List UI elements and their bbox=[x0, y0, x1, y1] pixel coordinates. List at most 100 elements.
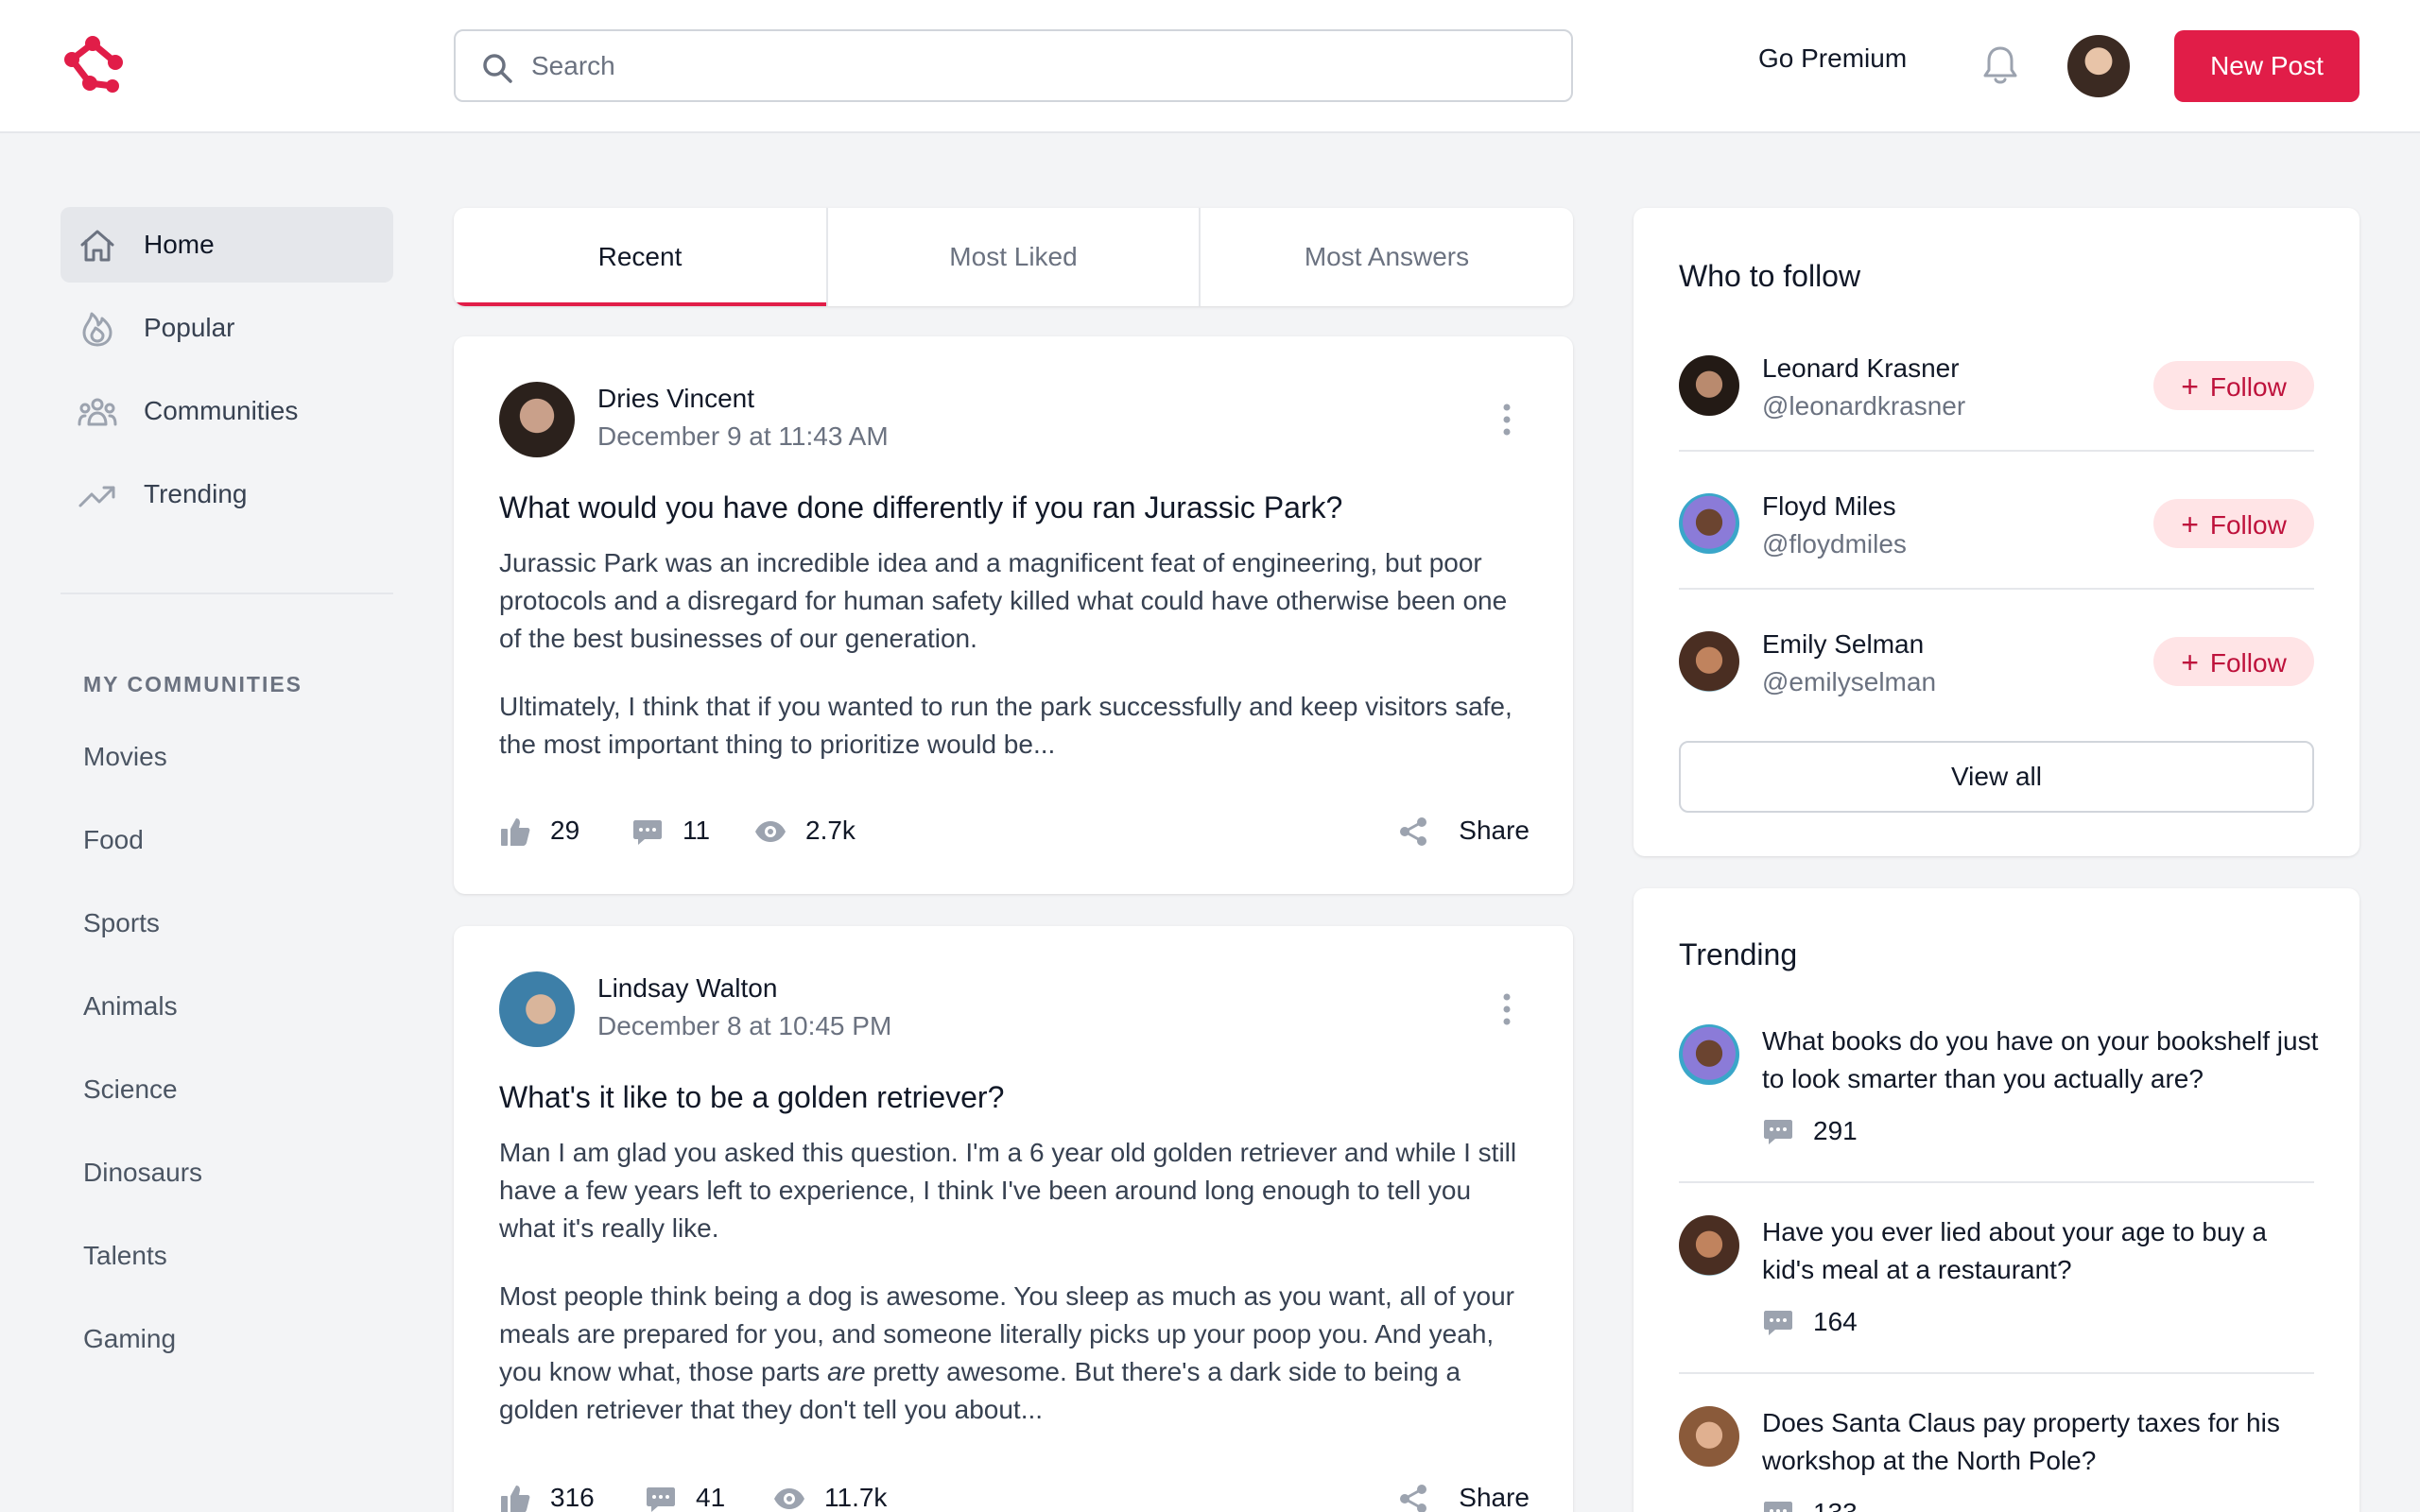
community-link[interactable]: Science bbox=[83, 1074, 178, 1105]
sidebar-item-communities[interactable]: Communities bbox=[60, 373, 393, 449]
comment-icon bbox=[647, 1487, 675, 1512]
tab-most-liked[interactable]: Most Liked bbox=[826, 208, 1199, 306]
avatar[interactable] bbox=[1679, 631, 1739, 692]
post-title[interactable]: What would you have done differently if … bbox=[499, 490, 1342, 525]
follow-name[interactable]: Floyd Miles bbox=[1762, 491, 1896, 522]
people-icon bbox=[78, 398, 117, 426]
community-link[interactable]: Movies bbox=[83, 742, 167, 772]
trending-question[interactable]: Does Santa Claus pay property taxes for … bbox=[1762, 1404, 2320, 1480]
avatar bbox=[1679, 1024, 1739, 1085]
community-link[interactable]: Sports bbox=[83, 908, 160, 938]
sidebar-item-home[interactable]: Home bbox=[60, 207, 393, 283]
post-paragraph: Man I am glad you asked this question. I… bbox=[499, 1138, 1517, 1243]
more-options-icon[interactable] bbox=[1497, 990, 1516, 1028]
post-date: December 9 at 11:43 AM bbox=[597, 421, 889, 451]
comment-icon bbox=[1764, 1120, 1792, 1144]
tab-recent[interactable]: Recent bbox=[454, 208, 826, 306]
avatar bbox=[1679, 1406, 1739, 1467]
comment-icon bbox=[1764, 1311, 1792, 1335]
trending-comment-count: 133 bbox=[1813, 1498, 1858, 1512]
avatar[interactable] bbox=[1679, 355, 1739, 416]
follow-handle: @emilyselman bbox=[1762, 667, 1937, 696]
community-link[interactable]: Food bbox=[83, 825, 144, 855]
like-button[interactable]: 316 bbox=[499, 1479, 603, 1512]
top-header: Go Premium New Post bbox=[0, 0, 2420, 133]
tab-label: Recent bbox=[597, 242, 683, 271]
follow-button[interactable]: + Follow bbox=[2153, 637, 2314, 686]
post-paragraph: Jurassic Park was an incredible idea and… bbox=[499, 548, 1508, 653]
share-icon bbox=[1400, 1485, 1426, 1512]
sidebar-item-label: Popular bbox=[144, 313, 235, 342]
trending-question[interactable]: What books do you have on your bookshelf… bbox=[1762, 1022, 2320, 1098]
community-link[interactable]: Talents bbox=[83, 1241, 167, 1271]
post-author[interactable]: Dries Vincent bbox=[597, 384, 754, 414]
comment-count: 11 bbox=[683, 816, 711, 845]
trending-item[interactable]: Have you ever lied about your age to buy… bbox=[1679, 1213, 2314, 1346]
follow-name[interactable]: Emily Selman bbox=[1762, 629, 1924, 660]
follow-suggestion: Floyd Miles @floydmiles + Follow bbox=[1679, 480, 2314, 618]
trending-item[interactable]: Does Santa Claus pay property taxes for … bbox=[1679, 1404, 2314, 1512]
sidebar-item-trending[interactable]: Trending bbox=[60, 456, 393, 532]
comment-button[interactable]: 11 bbox=[631, 812, 726, 850]
view-count: 11.7k bbox=[824, 1483, 888, 1512]
sidebar-item-label: Home bbox=[144, 230, 215, 259]
thumbs-up-icon bbox=[501, 818, 530, 846]
post-body: Jurassic Park was an incredible idea and… bbox=[499, 544, 1530, 764]
bell-icon[interactable] bbox=[1979, 43, 2021, 87]
post-title[interactable]: What's it like to be a golden retriever? bbox=[499, 1080, 1004, 1115]
post-emphasis: are bbox=[827, 1357, 866, 1386]
post-stats: 316 41 11.7k Share bbox=[499, 1479, 1530, 1512]
share-button[interactable]: Share bbox=[1397, 1479, 1530, 1512]
more-options-icon[interactable] bbox=[1497, 401, 1516, 438]
thumbs-up-icon bbox=[501, 1486, 530, 1512]
community-link[interactable]: Gaming bbox=[83, 1324, 176, 1354]
post-author[interactable]: Lindsay Walton bbox=[597, 973, 777, 1004]
tab-most-answers[interactable]: Most Answers bbox=[1199, 208, 1573, 306]
community-link[interactable]: Animals bbox=[83, 991, 178, 1022]
brand-logo[interactable] bbox=[60, 35, 127, 97]
follow-name[interactable]: Leonard Krasner bbox=[1762, 353, 1960, 384]
view-all-button[interactable]: View all bbox=[1679, 741, 2314, 813]
home-icon bbox=[80, 230, 114, 262]
trending-icon bbox=[78, 486, 115, 507]
trending-comment-count: 291 bbox=[1813, 1116, 1858, 1145]
sidebar-item-popular[interactable]: Popular bbox=[60, 290, 393, 366]
share-label: Share bbox=[1459, 1483, 1530, 1512]
share-icon bbox=[1400, 817, 1426, 846]
go-premium-link[interactable]: Go Premium bbox=[1758, 43, 1907, 74]
like-count: 316 bbox=[550, 1483, 595, 1512]
tab-label: Most Liked bbox=[949, 242, 1078, 271]
follow-handle: @floydmiles bbox=[1762, 529, 1907, 558]
new-post-button[interactable]: New Post bbox=[2174, 30, 2360, 102]
follow-button[interactable]: + Follow bbox=[2153, 361, 2314, 410]
who-to-follow-title: Who to follow bbox=[1679, 259, 1861, 293]
post-date: December 8 at 10:45 PM bbox=[597, 1011, 892, 1040]
author-avatar[interactable] bbox=[499, 971, 575, 1047]
post-card: Dries Vincent December 9 at 11:43 AM Wha… bbox=[454, 336, 1573, 894]
community-link[interactable]: Dinosaurs bbox=[83, 1158, 202, 1188]
trending-item[interactable]: What books do you have on your bookshelf… bbox=[1679, 1022, 2318, 1155]
comment-button[interactable]: 41 bbox=[645, 1479, 739, 1512]
search-box[interactable] bbox=[454, 29, 1573, 102]
search-input[interactable] bbox=[531, 31, 1552, 100]
avatar bbox=[1679, 1215, 1739, 1276]
follow-suggestion: Emily Selman @emilyselman + Follow bbox=[1679, 618, 2314, 756]
comment-count: 41 bbox=[696, 1483, 726, 1512]
trending-title: Trending bbox=[1679, 937, 1798, 971]
trending-question[interactable]: Have you ever lied about your age to buy… bbox=[1762, 1213, 2320, 1289]
user-avatar[interactable] bbox=[2067, 35, 2130, 97]
plus-icon: + bbox=[2181, 507, 2199, 541]
view-count: 2.7k bbox=[805, 816, 856, 845]
author-avatar[interactable] bbox=[499, 382, 575, 457]
post-paragraph: Ultimately, I think that if you wanted t… bbox=[499, 692, 1512, 759]
search-icon bbox=[483, 54, 512, 83]
communities-heading: MY COMMUNITIES bbox=[83, 672, 303, 696]
follow-button[interactable]: + Follow bbox=[2153, 499, 2314, 548]
like-button[interactable]: 29 bbox=[499, 812, 594, 850]
avatar[interactable] bbox=[1679, 493, 1739, 554]
trending-comment-count: 164 bbox=[1813, 1307, 1858, 1336]
plus-icon: + bbox=[2181, 369, 2199, 404]
row-divider bbox=[1679, 450, 2314, 452]
views-stat: 2.7k bbox=[754, 812, 877, 850]
share-button[interactable]: Share bbox=[1397, 812, 1530, 850]
